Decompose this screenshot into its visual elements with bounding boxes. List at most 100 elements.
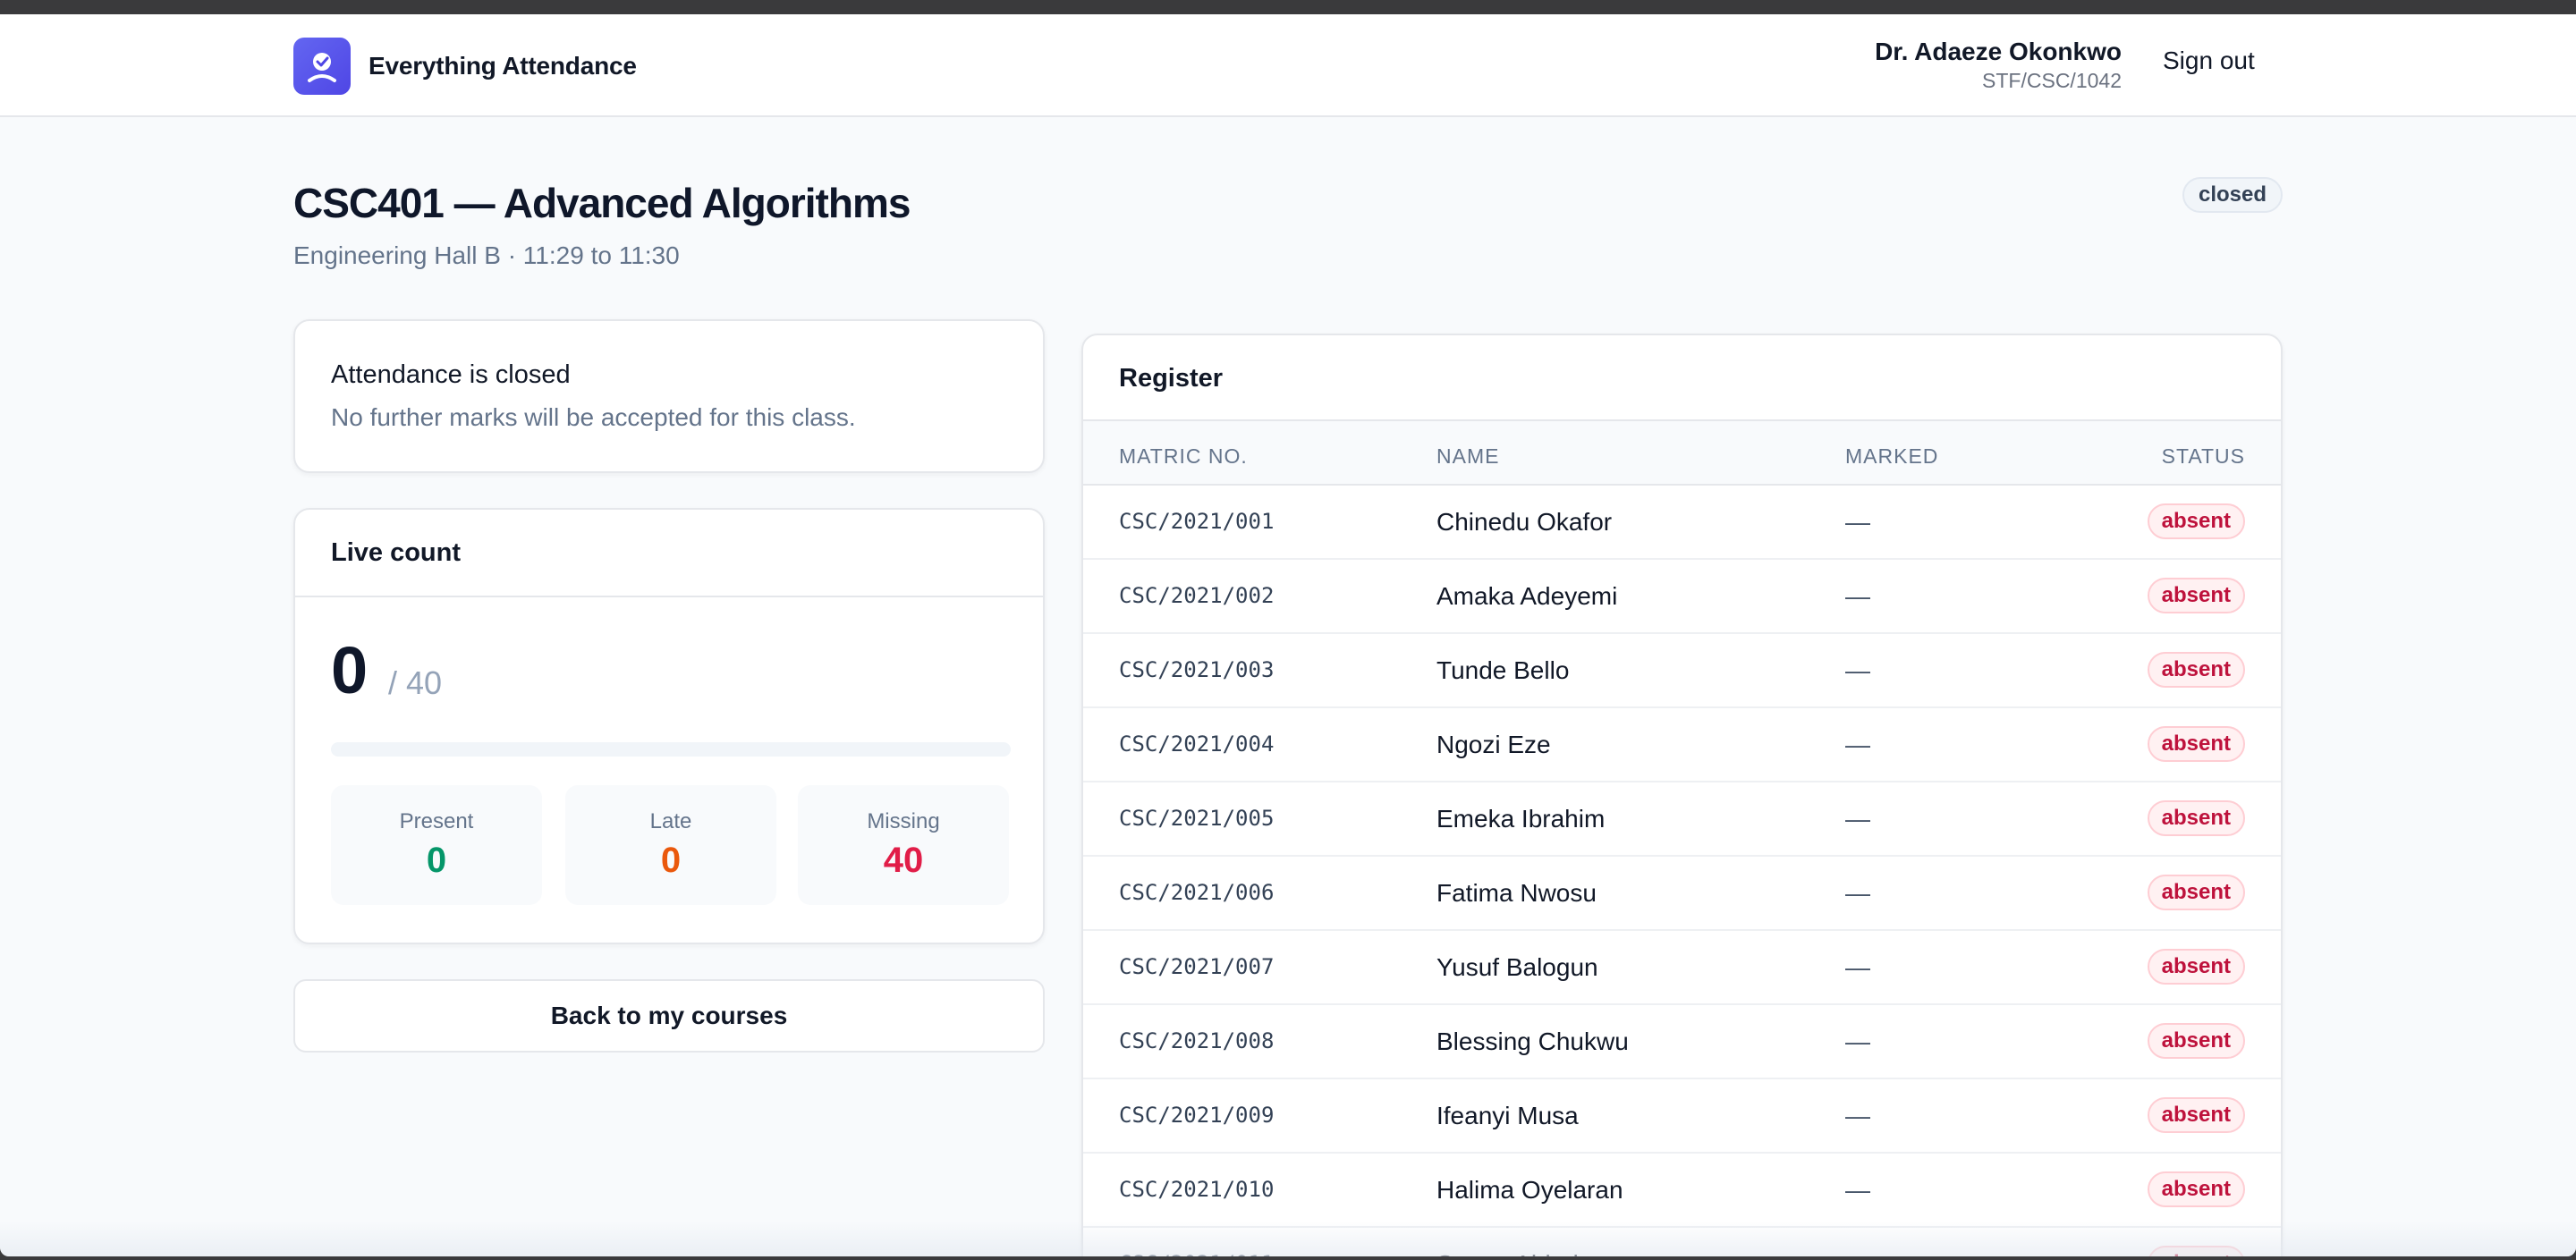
marked-count: 0 (331, 633, 369, 707)
table-row[interactable]: CSC/2021/008 Blessing Chukwu — absent (1083, 1005, 2281, 1079)
register-card: Register MATRIC NO. NAME MARKED STATUS C… (1081, 334, 2283, 1256)
status-cell: absent (2147, 726, 2245, 763)
column-header-name[interactable]: NAME (1436, 444, 1499, 469)
matric-number: CSC/2021/003 (1119, 657, 1275, 682)
column-header-marked[interactable]: MARKED (1845, 444, 1938, 469)
status-badge: absent (2147, 800, 2245, 836)
table-row[interactable]: CSC/2021/011 Segun Abiodun — absent (1083, 1228, 2281, 1256)
status-badge: absent (2147, 949, 2245, 985)
marked-time: — (1845, 1228, 1870, 1256)
closed-card-title: Attendance is closed (331, 360, 571, 389)
status-cell: absent (2147, 1246, 2245, 1256)
marked-time: — (1845, 656, 1870, 684)
live-count-header: Live count (295, 510, 1043, 597)
matric-number: CSC/2021/004 (1119, 731, 1275, 757)
student-name: Yusuf Balogun (1436, 953, 1598, 981)
register-header: Register (1083, 335, 2281, 421)
user-staff-id: STF/CSC/1042 (1982, 69, 2122, 92)
marked-time: — (1845, 953, 1870, 981)
status-cell: absent (2147, 949, 2245, 985)
matric-number: CSC/2021/007 (1119, 954, 1275, 979)
status-cell: absent (2147, 875, 2245, 911)
stat-late: Late 0 (565, 785, 776, 905)
marked-time: — (1845, 582, 1870, 610)
live-count-title: Live count (331, 538, 462, 567)
user-name: Dr. Adaeze Okonkwo (1875, 38, 2122, 65)
student-name: Emeka Ibrahim (1436, 805, 1606, 833)
marked-time: — (1845, 1176, 1870, 1204)
user-info: Dr. Adaeze Okonkwo STF/CSC/1042 (1875, 36, 2122, 93)
marked-time: — (1845, 805, 1870, 833)
brand[interactable]: Everything Attendance (293, 38, 637, 95)
table-row[interactable]: CSC/2021/001 Chinedu Okafor — absent (1083, 486, 2281, 560)
register-title: Register (1119, 364, 1224, 393)
brand-logo-icon (293, 38, 351, 95)
table-row[interactable]: CSC/2021/009 Ifeanyi Musa — absent (1083, 1079, 2281, 1154)
student-name: Chinedu Okafor (1436, 508, 1613, 536)
stat-late-value: 0 (660, 841, 682, 880)
table-row[interactable]: CSC/2021/005 Emeka Ibrahim — absent (1083, 782, 2281, 857)
register-table-body: CSC/2021/001 Chinedu Okafor — absent CSC… (1083, 486, 2281, 1256)
status-badge: absent (2147, 652, 2245, 688)
status-cell: absent (2147, 503, 2245, 540)
student-name: Halima Oyelaran (1436, 1176, 1623, 1204)
page-title: CSC401 — Advanced Algorithms (293, 180, 911, 226)
status-badge: absent (2147, 1097, 2245, 1133)
table-row[interactable]: CSC/2021/004 Ngozi Eze — absent (1083, 708, 2281, 782)
student-name: Ifeanyi Musa (1436, 1102, 1579, 1129)
stat-missing-label: Missing (867, 809, 940, 833)
live-count-card: Live count 0 / 40 Present 0 Late 0 Missi… (293, 508, 1045, 944)
table-row[interactable]: CSC/2021/007 Yusuf Balogun — absent (1083, 931, 2281, 1005)
matric-number: CSC/2021/009 (1119, 1103, 1275, 1128)
sign-out-button[interactable]: Sign out (2163, 41, 2255, 80)
student-name: Fatima Nwosu (1436, 879, 1597, 907)
total-count: / 40 (388, 664, 443, 701)
student-name: Blessing Chukwu (1436, 1027, 1629, 1055)
status-cell: absent (2147, 1097, 2245, 1134)
student-name: Ngozi Eze (1436, 731, 1551, 758)
marked-time: — (1845, 731, 1870, 758)
stat-late-label: Late (649, 809, 692, 833)
register-table-header: MATRIC NO. NAME MARKED STATUS (1083, 421, 2281, 486)
marked-time: — (1845, 1102, 1870, 1129)
matric-number: CSC/2021/008 (1119, 1028, 1275, 1053)
app-name: Everything Attendance (369, 52, 637, 80)
student-name: Tunde Bello (1436, 656, 1570, 684)
status-badge: absent (2147, 503, 2245, 539)
stat-missing-value: 40 (883, 841, 924, 880)
status-badge: absent (2147, 726, 2245, 762)
closed-card-description: No further marks will be accepted for th… (331, 403, 856, 431)
column-header-matric[interactable]: MATRIC NO. (1119, 444, 1248, 469)
session-status-badge: closed (2182, 177, 2284, 213)
marked-time: — (1845, 1027, 1870, 1055)
table-row[interactable]: CSC/2021/002 Amaka Adeyemi — absent (1083, 560, 2281, 634)
marked-time: — (1845, 879, 1870, 907)
stat-missing: Missing 40 (798, 785, 1009, 905)
status-badge: absent (2147, 1023, 2245, 1059)
matric-number: CSC/2021/002 (1119, 583, 1275, 608)
status-badge: absent (2147, 1246, 2245, 1256)
status-badge: absent (2147, 1171, 2245, 1207)
status-cell: absent (2147, 1023, 2245, 1060)
marked-time: — (1845, 508, 1870, 536)
back-to-courses-button[interactable]: Back to my courses (293, 979, 1045, 1053)
attendance-closed-card: Attendance is closed No further marks wi… (293, 319, 1045, 473)
status-cell: absent (2147, 1171, 2245, 1208)
status-cell: absent (2147, 800, 2245, 837)
top-bar: Everything Attendance Dr. Adaeze Okonkwo… (0, 14, 2576, 117)
status-cell: absent (2147, 652, 2245, 689)
app-window: Everything Attendance Dr. Adaeze Okonkwo… (0, 14, 2576, 1256)
student-name: Amaka Adeyemi (1436, 582, 1618, 610)
attendance-progress-bar (331, 742, 1011, 757)
stat-present-label: Present (399, 809, 474, 833)
student-name: Segun Abiodun (1436, 1228, 1606, 1256)
stat-present-value: 0 (426, 841, 447, 880)
matric-number: CSC/2021/011 (1119, 1228, 1274, 1256)
matric-number: CSC/2021/006 (1119, 880, 1275, 905)
column-header-status[interactable]: STATUS (2162, 444, 2245, 469)
table-row[interactable]: CSC/2021/006 Fatima Nwosu — absent (1083, 857, 2281, 931)
table-row[interactable]: CSC/2021/003 Tunde Bello — absent (1083, 634, 2281, 708)
page-subtitle: Engineering Hall B · 11:29 to 11:30 (293, 241, 680, 269)
table-row[interactable]: CSC/2021/010 Halima Oyelaran — absent (1083, 1154, 2281, 1228)
status-badge: absent (2147, 578, 2245, 613)
